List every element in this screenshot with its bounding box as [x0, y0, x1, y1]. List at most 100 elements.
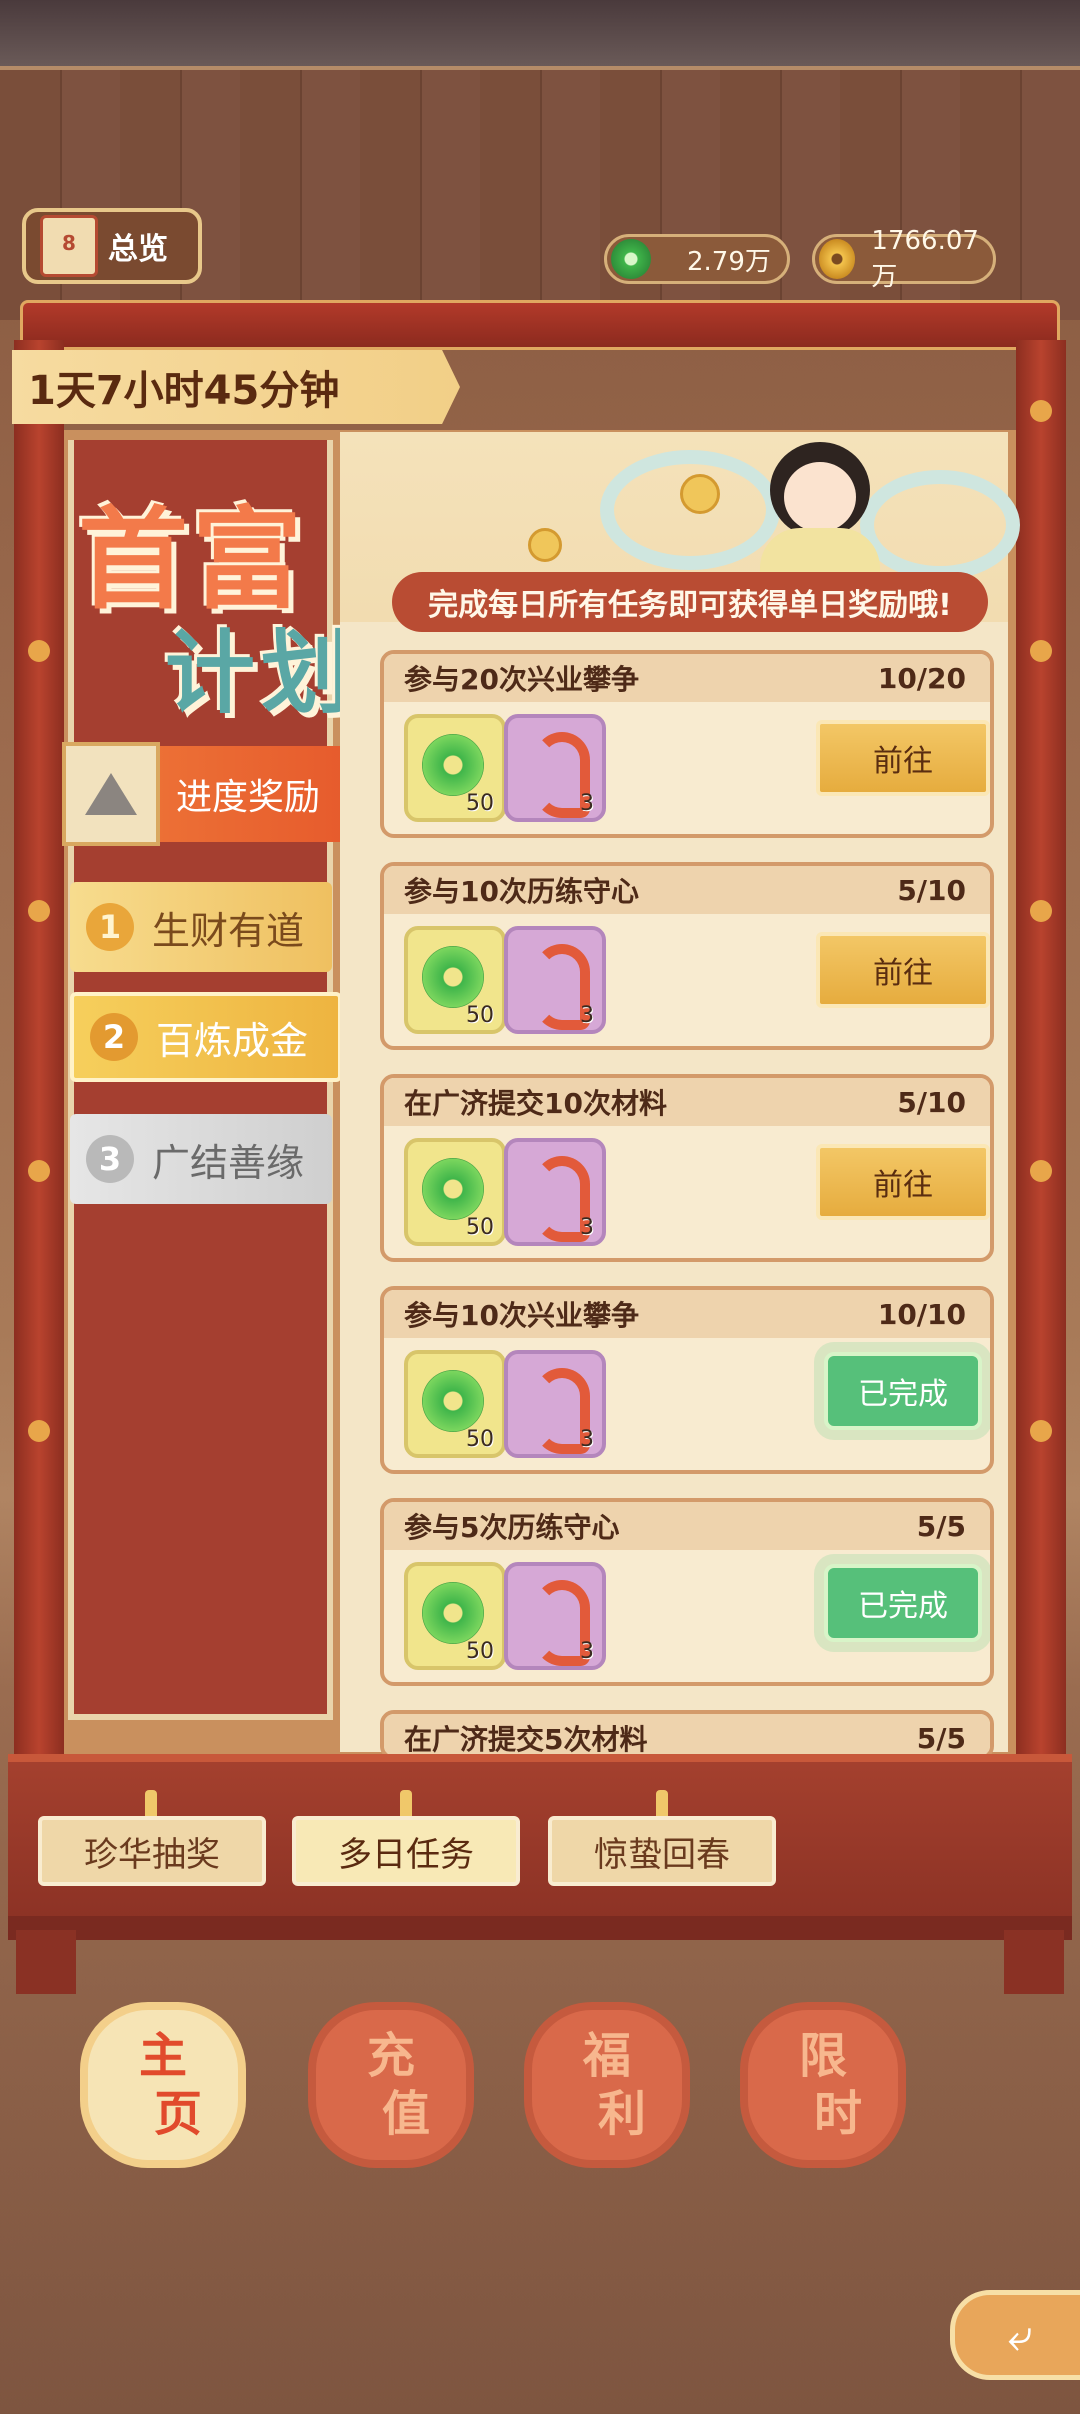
snake-reward[interactable]: 3: [504, 714, 606, 822]
gold-coin-decoration: [680, 474, 720, 514]
task-progress: 5/10: [897, 873, 966, 907]
back-arrow-icon: ⤶: [1007, 2309, 1033, 2361]
jade-reward[interactable]: 50: [404, 926, 506, 1034]
tab-label: 生财有道: [152, 908, 305, 953]
go-button[interactable]: 前往: [816, 720, 990, 796]
task-progress: 10/20: [877, 661, 966, 695]
jade-coin-icon: [422, 1582, 484, 1644]
nav-recharge[interactable]: 充值: [316, 2010, 466, 2160]
gold-amount: 1766.07万: [871, 225, 979, 292]
roof-eave: [0, 0, 1080, 70]
overview-label: 总览: [108, 232, 168, 267]
task-progress: 5/5: [916, 1721, 966, 1755]
overview-button[interactable]: 8 总览: [22, 208, 202, 284]
nav-home[interactable]: 主页: [88, 2010, 238, 2160]
task-name: 参与10次历练守心: [404, 875, 639, 908]
jade-reward[interactable]: 50: [404, 1138, 506, 1246]
tab-label: 广结善缘: [152, 1140, 305, 1185]
mascot-character: [760, 432, 880, 582]
task-card: 参与20次兴业攀争 10/20 50 3 前往: [380, 650, 994, 838]
tab-spring-event[interactable]: 惊蛰回春: [548, 1816, 776, 1886]
jade-reward[interactable]: 50: [404, 1350, 506, 1458]
tab-number: 2: [90, 1013, 138, 1061]
progress-reward-tab[interactable]: 进度奖励: [62, 742, 356, 846]
task-name: 参与20次兴业攀争: [404, 663, 639, 696]
calendar-icon: 8: [40, 215, 98, 277]
reward-count: 50: [466, 791, 494, 816]
reward-count: 3: [580, 1427, 594, 1452]
tab-label: 百炼成金: [156, 1018, 309, 1063]
snake-reward[interactable]: 3: [504, 1350, 606, 1458]
task-progress: 5/5: [916, 1509, 966, 1543]
reward-count: 3: [580, 791, 594, 816]
jade-reward[interactable]: 50: [404, 1562, 506, 1670]
gold-coin-decoration: [528, 528, 562, 562]
reward-count: 50: [466, 1639, 494, 1664]
completed-badge: 已完成: [824, 1352, 982, 1430]
task-card: 参与5次历练守心 5/5 50 3 已完成: [380, 1498, 994, 1686]
nav-label: 页: [153, 2086, 202, 2142]
task-card: 在广济提交5次材料 5/5: [380, 1710, 994, 1760]
left-pillar: [14, 340, 64, 1760]
nav-label: 福: [582, 2028, 631, 2084]
jade-currency[interactable]: 2.79万: [604, 234, 790, 284]
tab-day-3[interactable]: 3 广结善缘: [70, 1114, 332, 1204]
go-button[interactable]: 前往: [816, 932, 990, 1008]
reward-count: 50: [466, 1003, 494, 1028]
nav-label: 值: [381, 2086, 430, 2142]
completed-badge: 已完成: [824, 1564, 982, 1642]
tent-reward-icon: [62, 742, 160, 846]
shelf-leg: [1004, 1930, 1064, 1994]
cloud-decoration: [860, 470, 1020, 580]
nav-label: 限: [798, 2028, 847, 2084]
task-name: 在广济提交5次材料: [404, 1723, 648, 1756]
tab-lottery[interactable]: 珍华抽奖: [38, 1816, 266, 1886]
top-beam: [20, 300, 1060, 350]
nav-label: 充: [366, 2028, 415, 2084]
jade-reward[interactable]: 50: [404, 714, 506, 822]
reward-count: 3: [580, 1215, 594, 1240]
tab-multiday-tasks[interactable]: 多日任务: [292, 1816, 520, 1886]
task-progress: 10/10: [877, 1297, 966, 1331]
reward-count: 3: [580, 1003, 594, 1028]
gold-currency[interactable]: 1766.07万: [812, 226, 996, 292]
nav-welfare[interactable]: 福利: [532, 2010, 682, 2160]
shelf-rail: [8, 1916, 1072, 1940]
task-name: 在广济提交10次材料: [404, 1087, 667, 1120]
nav-label: 时: [813, 2086, 862, 2142]
jade-coin-icon: [422, 1158, 484, 1220]
task-card: 参与10次兴业攀争 10/10 50 3 已完成: [380, 1286, 994, 1474]
countdown-timer: 1天7小时45分钟: [12, 350, 460, 424]
tab-day-1[interactable]: 1 生财有道: [70, 882, 332, 972]
nav-label: 主: [138, 2028, 187, 2084]
task-card: 参与10次历练守心 5/10 50 3 前往: [380, 862, 994, 1050]
progress-reward-label: 进度奖励: [176, 777, 321, 818]
jade-coin-icon: [422, 1370, 484, 1432]
reward-count: 3: [580, 1639, 594, 1664]
tab-number: 1: [86, 903, 134, 951]
tab-day-2[interactable]: 2 百炼成金: [70, 992, 342, 1082]
gold-coin-icon: [819, 239, 856, 279]
reward-count: 50: [466, 1427, 494, 1452]
reward-count: 50: [466, 1215, 494, 1240]
right-pillar: [1016, 340, 1066, 1760]
task-name: 参与5次历练守心: [404, 1511, 620, 1544]
snake-reward[interactable]: 3: [504, 1138, 606, 1246]
task-progress: 5/10: [897, 1085, 966, 1119]
jade-coin-icon: [422, 734, 484, 796]
snake-reward[interactable]: 3: [504, 926, 606, 1034]
shelf-leg: [16, 1930, 76, 1994]
daily-notice: 完成每日所有任务即可获得单日奖励哦!: [392, 572, 988, 632]
task-name: 参与10次兴业攀争: [404, 1299, 639, 1332]
jade-amount: 2.79万: [687, 246, 771, 277]
jade-coin-icon: [422, 946, 484, 1008]
snake-reward[interactable]: 3: [504, 1562, 606, 1670]
task-card: 在广济提交10次材料 5/10 50 3 前往: [380, 1074, 994, 1262]
go-button[interactable]: 前往: [816, 1144, 990, 1220]
back-button[interactable]: ⤶: [950, 2290, 1080, 2380]
event-title-line2: 计划: [165, 620, 357, 726]
tab-number: 3: [86, 1135, 134, 1183]
jade-coin-icon: [611, 239, 651, 279]
nav-limited[interactable]: 限时: [748, 2010, 898, 2160]
nav-label: 利: [597, 2086, 646, 2142]
